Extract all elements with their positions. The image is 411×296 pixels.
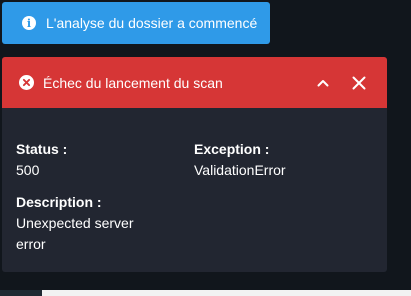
exception-label: Exception : (194, 141, 270, 157)
close-icon (352, 76, 366, 89)
background-strip (0, 290, 411, 296)
error-toast-header: Échec du lancement du scan (2, 57, 387, 108)
info-toast[interactable]: i L'analyse du dossier a commencé (2, 2, 270, 44)
close-button[interactable] (347, 57, 371, 108)
exception-value: ValidationError (194, 162, 286, 178)
info-toast-message: L'analyse du dossier a commencé (46, 15, 258, 31)
background-strip-dark (0, 290, 42, 296)
collapse-button[interactable] (311, 57, 335, 108)
status-value: 500 (16, 162, 40, 178)
info-icon: i (22, 16, 36, 30)
error-toast-title: Échec du lancement du scan (43, 74, 223, 91)
error-toast: Échec du lancement du scan Status : 500 … (2, 57, 387, 272)
chevron-up-icon (317, 79, 329, 86)
status-label: Status : (16, 141, 68, 157)
error-circle-icon (19, 75, 34, 90)
description-value: Unexpected server error (16, 215, 134, 252)
description-label: Description : (16, 194, 102, 210)
